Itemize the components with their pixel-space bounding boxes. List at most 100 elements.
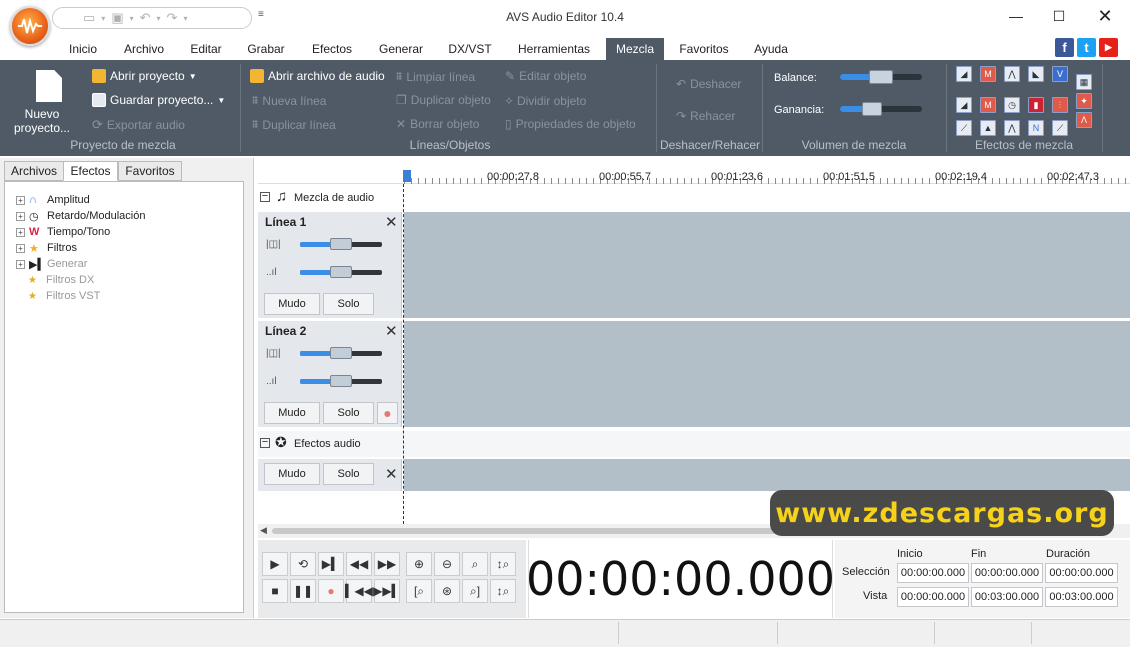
redo-button[interactable]: ↷ Rehacer <box>676 109 735 123</box>
fx-envelope-icon[interactable]: ⋀ <box>1004 66 1020 82</box>
tree-item-tiempo[interactable]: + W Tiempo/Tono <box>16 224 110 240</box>
mute-button[interactable]: Mudo <box>264 402 320 424</box>
tab-grabar[interactable]: Grabar <box>240 38 292 60</box>
close-button[interactable]: ✕ <box>1082 0 1128 32</box>
fx-fade-icon[interactable]: ◣ <box>1028 66 1044 82</box>
youtube-icon[interactable]: ▶ <box>1099 38 1118 57</box>
minimize-button[interactable]: — <box>993 0 1039 32</box>
fx-noise-icon[interactable]: ✦ <box>1076 93 1092 109</box>
open-audio-file-button[interactable]: Abrir archivo de audio <box>250 69 385 83</box>
zoom-100-icon[interactable]: ⌕ <box>462 552 488 576</box>
duplicate-line-button[interactable]: ⩩ Duplicar línea <box>252 117 336 132</box>
fx-delay-icon[interactable]: M <box>980 97 996 113</box>
expand-icon[interactable]: + <box>16 195 25 205</box>
track-1-lane[interactable] <box>404 212 1130 318</box>
selection-end-field[interactable]: 00:00:00.000 <box>971 563 1043 583</box>
zoom-selection-icon[interactable]: [⌕ <box>406 579 432 603</box>
record-arm-button[interactable]: ● <box>377 402 398 424</box>
tree-item-filtros-dx[interactable]: ★ Filtros DX <box>28 272 94 288</box>
fx-pitch-icon[interactable]: N <box>1028 120 1044 136</box>
scroll-left-icon[interactable]: ◀ <box>260 525 267 536</box>
record-icon[interactable]: ● <box>318 579 344 603</box>
mute-button[interactable]: Mudo <box>264 293 320 315</box>
solo-button[interactable]: Solo <box>323 293 374 315</box>
pause-icon[interactable]: ❚❚ <box>290 579 316 603</box>
selection-duration-field[interactable]: 00:00:00.000 <box>1045 563 1118 583</box>
zoom-out-icon[interactable]: ⊖ <box>434 552 460 576</box>
fx-fade-in-icon[interactable]: ◢ <box>956 97 972 113</box>
tab-favoritos-panel[interactable]: Favoritos <box>118 161 182 181</box>
view-end-field[interactable]: 00:03:00.000 <box>971 587 1043 607</box>
app-logo-icon[interactable] <box>10 6 50 46</box>
fx-stereo-icon[interactable]: V <box>1052 66 1068 82</box>
track-2-lane[interactable] <box>404 321 1130 427</box>
save-project-button[interactable]: Guardar proyecto... ▼ <box>92 93 225 107</box>
stop-icon[interactable]: ■ <box>262 579 288 603</box>
undo-button[interactable]: ↶ Deshacer <box>676 77 741 91</box>
remove-effects-icon[interactable]: ✕ <box>385 465 398 483</box>
open-project-button[interactable]: Abrir proyecto ▼ <box>92 69 197 83</box>
tab-archivos[interactable]: Archivos <box>4 161 64 181</box>
edit-object-button[interactable]: ✎ Editar objeto <box>505 69 586 83</box>
effects-mute-button[interactable]: Mudo <box>264 463 320 485</box>
delete-object-button[interactable]: ✕ Borrar objeto <box>396 117 479 131</box>
tab-ayuda[interactable]: Ayuda <box>746 38 796 60</box>
tab-archivo[interactable]: Archivo <box>116 38 172 60</box>
tab-dxvst[interactable]: DX/VST <box>440 38 500 60</box>
tree-item-filtros-vst[interactable]: ★ Filtros VST <box>28 288 100 304</box>
effects-track-lane[interactable] <box>404 459 1130 491</box>
maximize-button[interactable]: ☐ <box>1036 0 1082 32</box>
collapse-icon[interactable]: − <box>260 191 270 202</box>
collapse-icon[interactable]: − <box>260 437 270 448</box>
track-volume-thumb[interactable] <box>330 375 352 387</box>
twitter-icon[interactable]: t <box>1077 38 1096 57</box>
fx-eq-icon[interactable]: ⫶ <box>1052 97 1068 113</box>
fx-clock-icon[interactable]: ◷ <box>1004 97 1020 113</box>
tab-herramientas[interactable]: Herramientas <box>508 38 600 60</box>
fx-amplify-icon[interactable]: ◢ <box>956 66 972 82</box>
fx-record-icon[interactable]: ▮ <box>1028 97 1044 113</box>
solo-button[interactable]: Solo <box>323 402 374 424</box>
facebook-icon[interactable]: f <box>1055 38 1074 57</box>
fx-compressor-icon[interactable]: M <box>980 66 996 82</box>
tree-item-filtros[interactable]: + ★ Filtros <box>16 240 77 256</box>
clear-line-button[interactable]: ⩩ Limpiar línea <box>396 69 475 84</box>
fx-curve-icon[interactable]: ⋀ <box>1004 120 1020 136</box>
zoom-vertical-icon[interactable]: ↕⌕ <box>490 552 516 576</box>
expand-icon[interactable]: + <box>16 259 25 269</box>
new-project-button[interactable]: Nuevo proyecto... <box>10 107 74 135</box>
view-duration-field[interactable]: 00:03:00.000 <box>1045 587 1118 607</box>
remove-track-icon[interactable]: ✕ <box>385 213 398 231</box>
new-line-button[interactable]: ⩩ Nueva línea <box>252 93 326 108</box>
tab-efectos[interactable]: Efectos <box>302 38 362 60</box>
tab-inicio[interactable]: Inicio <box>60 38 106 60</box>
fx-normalize-icon[interactable]: ▦ <box>1076 74 1092 90</box>
export-audio-button[interactable]: ⟳ Exportar audio <box>92 117 185 133</box>
split-object-button[interactable]: ⟡ Dividir objeto <box>505 93 586 108</box>
object-properties-button[interactable]: ▯ Propiedades de objeto <box>505 117 636 131</box>
zoom-all-icon[interactable]: ⊛ <box>434 579 460 603</box>
tab-editar[interactable]: Editar <box>182 38 230 60</box>
fx-tempo-icon[interactable]: Λ <box>1076 112 1092 128</box>
tree-item-generar[interactable]: + ▶▍ Generar <box>16 256 87 272</box>
loop-icon[interactable]: ⟲ <box>290 552 316 576</box>
tab-efectos-panel[interactable]: Efectos <box>63 161 118 181</box>
expand-icon[interactable]: + <box>16 227 25 237</box>
expand-icon[interactable]: + <box>16 211 25 221</box>
effects-solo-button[interactable]: Solo <box>323 463 374 485</box>
tab-mezcla[interactable]: Mezcla <box>606 38 664 60</box>
zoom-vertical-fit-icon[interactable]: ↕⌕ <box>490 579 516 603</box>
fast-forward-icon[interactable]: ▶▶ <box>374 552 400 576</box>
selection-start-field[interactable]: 00:00:00.000 <box>897 563 969 583</box>
rewind-icon[interactable]: ◀◀ <box>346 552 372 576</box>
fx-chart-icon[interactable]: ▲ <box>980 120 996 136</box>
go-end-icon[interactable]: ▶▶▍ <box>373 579 401 603</box>
track-volume-thumb[interactable] <box>330 266 352 278</box>
go-start-icon[interactable]: ▍◀◀ <box>345 579 373 603</box>
tree-item-retardo[interactable]: + ◷ Retardo/Modulación <box>16 208 145 224</box>
play-icon[interactable]: ▶ <box>262 552 288 576</box>
zoom-fit-icon[interactable]: ⌕] <box>462 579 488 603</box>
fx-graph-icon[interactable]: ⟋ <box>956 120 972 136</box>
view-start-field[interactable]: 00:00:00.000 <box>897 587 969 607</box>
play-to-end-icon[interactable]: ▶▍ <box>318 552 344 576</box>
